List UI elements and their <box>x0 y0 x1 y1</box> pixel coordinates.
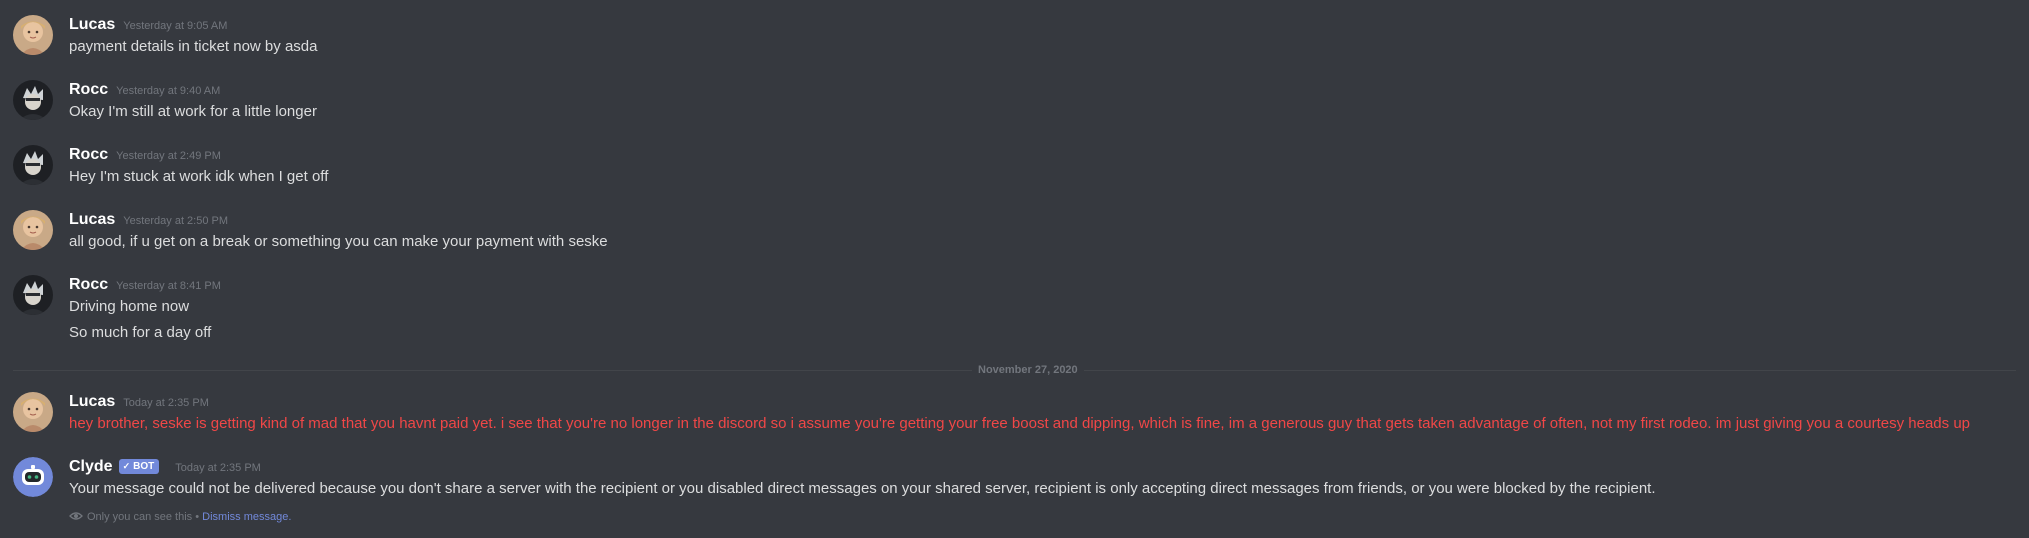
message-header: Rocc Yesterday at 9:40 AM <box>69 81 220 99</box>
message-content: Driving home now <box>69 298 190 315</box>
username[interactable]: Rocc <box>69 81 108 98</box>
rocc-avatar[interactable] <box>13 80 53 120</box>
rocc-avatar[interactable] <box>13 275 53 315</box>
rocc-avatar[interactable] <box>13 145 53 185</box>
bot-tag: ✓ BOT <box>118 459 160 474</box>
timestamp[interactable]: Yesterday at 2:50 PM <box>123 215 228 227</box>
message-header: Lucas Today at 2:35 PM <box>69 393 209 411</box>
timestamp[interactable]: Yesterday at 2:49 PM <box>116 150 221 162</box>
chat-messages: Lucas Yesterday at 9:05 AM payment detail… <box>0 0 2029 538</box>
message-content: So much for a day off <box>69 324 212 341</box>
clyde-avatar[interactable] <box>13 457 53 497</box>
message-header: Rocc Yesterday at 2:49 PM <box>69 146 221 164</box>
dismiss-message-link[interactable]: Dismiss message. <box>202 511 291 523</box>
timestamp[interactable]: Yesterday at 8:41 PM <box>116 280 221 292</box>
username[interactable]: Rocc <box>69 276 108 293</box>
ephemeral-notice-text: Only you can see this <box>87 511 193 523</box>
username[interactable]: Rocc <box>69 146 108 163</box>
message-header: Clyde ✓ BOT Today at 2:35 PM <box>69 458 261 476</box>
message-content: Hey I'm stuck at work idk when I get off <box>69 168 329 185</box>
timestamp[interactable]: Today at 2:35 PM <box>123 397 209 409</box>
bot-tag-label: BOT <box>133 461 155 472</box>
verified-check-icon: ✓ <box>122 461 131 471</box>
message-content: all good, if u get on a break or somethi… <box>69 233 608 250</box>
lucas-avatar[interactable] <box>13 210 53 250</box>
username[interactable]: Lucas <box>69 211 115 228</box>
eye-icon <box>69 511 83 521</box>
username[interactable]: Clyde <box>69 458 113 475</box>
message-header: Rocc Yesterday at 8:41 PM <box>69 276 221 294</box>
message-content: payment details in ticket now by asda <box>69 38 318 55</box>
timestamp[interactable]: Yesterday at 9:05 AM <box>123 20 227 32</box>
timestamp[interactable]: Today at 2:35 PM <box>175 462 261 474</box>
message-header: Lucas Yesterday at 9:05 AM <box>69 16 227 34</box>
lucas-avatar[interactable] <box>13 15 53 55</box>
username[interactable]: Lucas <box>69 16 115 33</box>
date-divider-label: November 27, 2020 <box>972 363 1084 377</box>
message-content: Okay I'm still at work for a little long… <box>69 103 317 120</box>
message-header: Lucas Yesterday at 2:50 PM <box>69 211 228 229</box>
message-content: Your message could not be delivered beca… <box>69 480 1656 497</box>
timestamp[interactable]: Yesterday at 9:40 AM <box>116 85 220 97</box>
failed-message-content: hey brother, seske is getting kind of ma… <box>69 415 1971 432</box>
lucas-avatar[interactable] <box>13 392 53 432</box>
ephemeral-separator: • <box>195 511 200 523</box>
ephemeral-notice: Only you can see this • Dismiss message. <box>69 511 291 523</box>
username[interactable]: Lucas <box>69 393 115 410</box>
